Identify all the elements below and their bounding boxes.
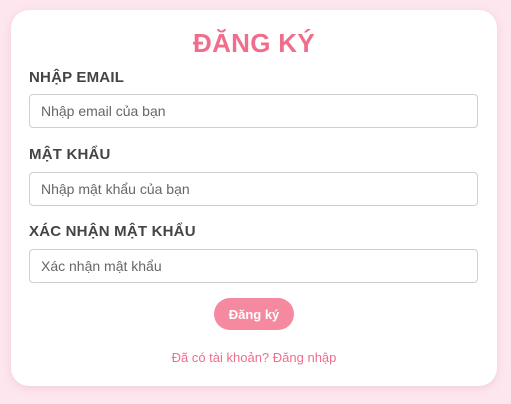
email-label: NHẬP EMAIL bbox=[29, 69, 125, 86]
email-field[interactable] bbox=[29, 94, 478, 128]
page-title: ĐĂNG KÝ bbox=[193, 28, 315, 58]
confirm-password-field[interactable] bbox=[29, 249, 478, 283]
confirm-password-label: XÁC NHẬN MẬT KHẨU bbox=[29, 223, 196, 240]
register-button[interactable]: Đăng ký bbox=[214, 298, 294, 330]
password-field[interactable] bbox=[29, 172, 478, 206]
login-link[interactable]: Đã có tài khoản? Đăng nhập bbox=[11, 350, 497, 365]
password-label: MẬT KHẨU bbox=[29, 146, 111, 163]
register-card: ĐĂNG KÝ NHẬP EMAIL MẬT KHẨU XÁC NHẬN MẬT… bbox=[11, 10, 497, 386]
